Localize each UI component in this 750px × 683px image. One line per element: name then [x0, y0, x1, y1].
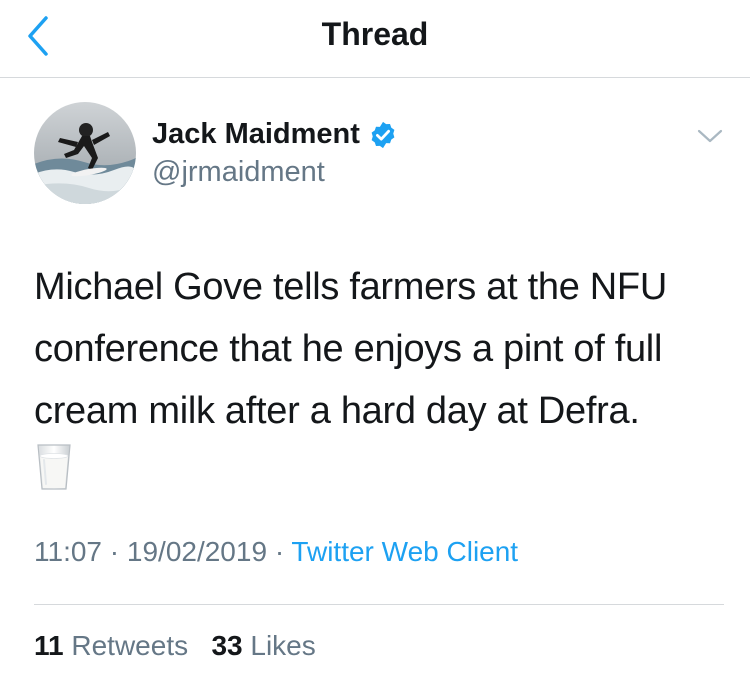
display-name[interactable]: Jack Maidment: [152, 118, 360, 151]
user-handle[interactable]: @jrmaidment: [152, 156, 325, 189]
tweet-options-button[interactable]: [696, 126, 724, 146]
tweet-time: 11:07: [34, 536, 102, 567]
nav-bar: Thread: [0, 0, 750, 78]
retweets-count: 11: [34, 630, 64, 661]
divider: [34, 604, 724, 605]
likes-label: Likes: [250, 630, 316, 661]
tweet-timestamp-row: 11:07 · 19/02/2019 · Twitter Web Client: [34, 536, 518, 568]
tweet-header: Jack Maidment @jrmaidment: [34, 102, 724, 206]
meta-separator: ·: [274, 536, 285, 567]
retweets-stat[interactable]: 11 Retweets: [34, 630, 196, 661]
avatar[interactable]: [34, 102, 136, 204]
avatar-image: [34, 102, 136, 204]
display-name-row: Jack Maidment: [152, 118, 398, 151]
milk-glass-icon: [34, 442, 74, 492]
likes-count: 33: [211, 630, 243, 661]
tweet-date: 19/02/2019: [126, 536, 268, 567]
meta-separator: ·: [109, 536, 120, 567]
retweets-label: Retweets: [71, 630, 189, 661]
tweet-source-link[interactable]: Twitter Web Client: [291, 536, 518, 567]
chevron-down-icon: [697, 129, 723, 143]
tweet-stats: 11 Retweets 33 Likes: [34, 630, 316, 662]
likes-stat[interactable]: 33 Likes: [211, 630, 315, 661]
tweet-text: Michael Gove tells farmers at the NFU co…: [34, 266, 667, 432]
verified-badge-icon: [368, 120, 398, 150]
page-title: Thread: [321, 16, 429, 52]
